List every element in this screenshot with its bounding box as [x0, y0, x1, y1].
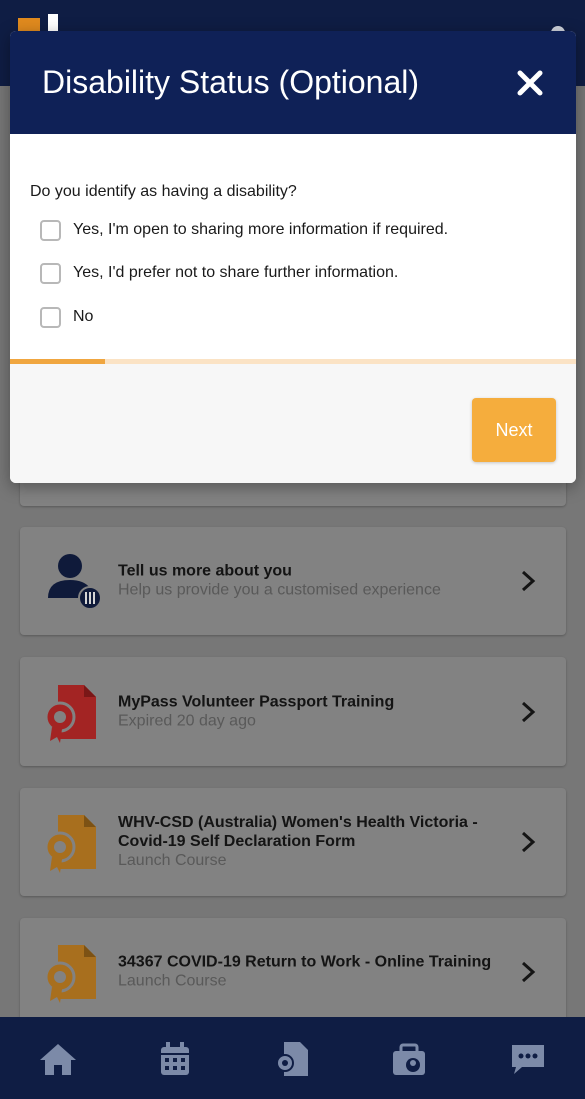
option-yes-share[interactable]: Yes, I'm open to sharing more informatio…	[40, 218, 448, 242]
card-title: MyPass Volunteer Passport Training	[118, 693, 395, 710]
checkbox[interactable]	[40, 306, 61, 328]
modal-header: Disability Status (Optional)	[10, 31, 576, 134]
user-settings-icon	[48, 554, 102, 610]
option-label: Yes, I'm open to sharing more informatio…	[73, 221, 449, 238]
next-button[interactable]: Next	[472, 398, 556, 462]
certificate-icon	[44, 945, 96, 1003]
certificate-icon	[44, 815, 96, 873]
chevron-right-icon	[521, 701, 536, 722]
chat-icon[interactable]	[508, 1039, 548, 1079]
card-whv-csd[interactable]: WHV-CSD (Australia) Women's Health Victo…	[20, 788, 566, 896]
card-subtitle: Launch Course	[118, 852, 227, 869]
home-icon[interactable]	[38, 1039, 78, 1079]
modal-footer: Next	[10, 364, 576, 483]
close-icon[interactable]	[516, 69, 544, 97]
card-subtitle: Help us provide you a customised experie…	[118, 581, 441, 599]
calendar-icon[interactable]	[155, 1039, 195, 1079]
disability-question: Do you identify as having a disability?	[30, 183, 297, 200]
chevron-right-icon	[521, 570, 536, 592]
checkbox[interactable]	[40, 262, 61, 284]
card-mypass-training[interactable]: MyPass Volunteer Passport Training Expir…	[20, 657, 566, 766]
card-title: 34367 COVID-19 Return to Work - Online T…	[118, 953, 492, 971]
passport-icon[interactable]	[389, 1039, 429, 1079]
certificate-icon	[44, 684, 96, 743]
modal-title: Disability Status (Optional)	[42, 64, 420, 100]
disability-status-modal: Disability Status (Optional) Do you iden…	[10, 31, 576, 483]
chevron-right-icon	[521, 961, 536, 983]
courses-icon[interactable]	[272, 1039, 312, 1079]
card-subtitle: Expired 20 day ago	[118, 712, 256, 729]
card-title: WHV-CSD (Australia) Women's Health Victo…	[118, 814, 478, 850]
card-title: Tell us more about you	[118, 562, 292, 580]
chevron-right-icon	[521, 831, 536, 853]
bottom-nav	[0, 1017, 585, 1099]
card-subtitle: Launch Course	[118, 972, 227, 990]
option-label: No	[73, 308, 94, 325]
checkbox[interactable]	[40, 219, 61, 241]
option-yes-not-share[interactable]: Yes, I'd prefer not to share further inf…	[40, 261, 398, 285]
card-covid-return-to-work[interactable]: 34367 COVID-19 Return to Work - Online T…	[20, 918, 566, 1026]
option-label: Yes, I'd prefer not to share further inf…	[73, 264, 399, 281]
option-no[interactable]: No	[40, 305, 93, 329]
card-about-you[interactable]: Tell us more about you Help us provide y…	[20, 527, 566, 635]
